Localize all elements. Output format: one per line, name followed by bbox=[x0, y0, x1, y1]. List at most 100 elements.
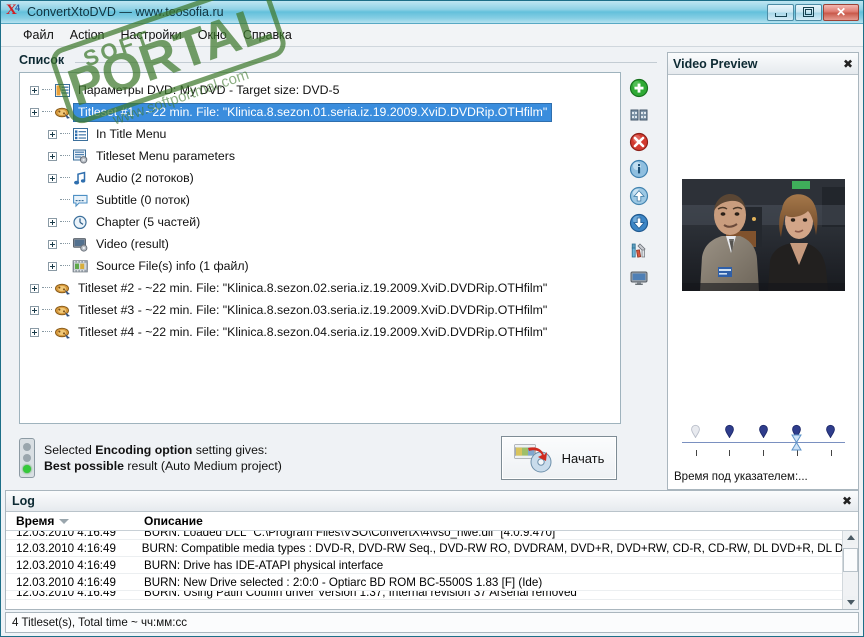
tree-item-label: Titleset #3 - ~22 min. File: "Klinica.8.… bbox=[78, 303, 548, 317]
expand-icon[interactable] bbox=[30, 107, 39, 117]
chapter-marker-pin[interactable] bbox=[691, 424, 700, 439]
expand-icon[interactable] bbox=[48, 261, 57, 271]
window-controls: ✕ bbox=[767, 3, 859, 21]
close-button[interactable]: ✕ bbox=[823, 3, 859, 21]
move-up-button[interactable] bbox=[629, 186, 649, 206]
menu-item-help[interactable]: Справка bbox=[235, 26, 300, 44]
tree-item-label: Video (result) bbox=[96, 237, 169, 251]
group-divider bbox=[75, 62, 657, 63]
expand-icon[interactable] bbox=[48, 217, 57, 227]
log-row-time: 12.03.2010 4:16:49 bbox=[16, 541, 116, 555]
tree-connector bbox=[42, 287, 52, 289]
log-close-icon[interactable]: ✖ bbox=[842, 494, 852, 508]
tree-item[interactable]: Параметры DVD: My DVD - Target size: DVD… bbox=[20, 79, 620, 101]
tree-item[interactable]: Titleset #2 - ~22 min. File: "Klinica.8.… bbox=[20, 277, 620, 299]
preview-button[interactable] bbox=[629, 267, 649, 287]
move-down-button[interactable] bbox=[629, 213, 649, 233]
tree-item[interactable]: Audio (2 потоков) bbox=[20, 167, 620, 189]
tree-connector bbox=[60, 155, 70, 157]
log-row[interactable]: 12.03.2010 4:16:49 BURN: Compatible media… bbox=[6, 540, 858, 557]
minimize-button[interactable] bbox=[767, 3, 794, 21]
tree-item[interactable]: Titleset #1 - ~22 min. File: "Klinica.8.… bbox=[20, 101, 620, 123]
scroll-thumb[interactable] bbox=[843, 548, 858, 572]
tree-item[interactable]: Subtitle (0 поток) bbox=[20, 189, 620, 211]
scroll-up-button[interactable] bbox=[844, 531, 857, 544]
log-row[interactable]: 12.03.2010 4:16:49 BURN: Using Patin Couf… bbox=[6, 591, 858, 600]
menu-item-window[interactable]: Окно bbox=[190, 26, 235, 44]
log-column-headers: Время Описание bbox=[6, 512, 858, 531]
expand-icon[interactable] bbox=[48, 151, 57, 161]
window-title: ConvertXtoDVD — www.teosofia.ru bbox=[27, 5, 224, 19]
maximize-icon bbox=[803, 7, 814, 17]
expand-icon[interactable] bbox=[30, 327, 39, 337]
tree-item-label: In Title Menu bbox=[96, 127, 167, 141]
expand-icon[interactable] bbox=[48, 173, 57, 183]
log-row[interactable]: 12.03.2010 4:16:49 BURN: New Drive select… bbox=[6, 574, 858, 591]
log-rows[interactable]: 12.03.2010 4:16:49 BURN: Loaded DLL "C:\P… bbox=[6, 531, 858, 609]
log-row-description: BURN: New Drive selected : 2:0:0 - Optia… bbox=[144, 575, 543, 589]
chapter-timeline[interactable] bbox=[681, 420, 845, 466]
expand-icon[interactable] bbox=[30, 283, 39, 293]
tree-item[interactable]: In Title Menu bbox=[20, 123, 620, 145]
log-scrollbar[interactable] bbox=[842, 531, 858, 609]
tree-item[interactable]: Titleset #4 - ~22 min. File: "Klinica.8.… bbox=[20, 321, 620, 343]
source-file-icon bbox=[72, 259, 89, 274]
quality-traffic-light-icon bbox=[19, 438, 35, 478]
app-logo-icon: X 4 bbox=[5, 2, 23, 21]
tree-connector bbox=[60, 243, 70, 245]
add-title-button[interactable] bbox=[629, 78, 649, 98]
expand-icon[interactable] bbox=[48, 129, 57, 139]
encoding-line1-prefix: Selected bbox=[44, 443, 96, 457]
log-column-description[interactable]: Описание bbox=[136, 514, 858, 528]
timeline-tick bbox=[830, 450, 832, 456]
tree-item[interactable]: Source File(s) info (1 файл) bbox=[20, 255, 620, 277]
remove-title-button[interactable] bbox=[629, 132, 649, 152]
log-row-time: 12.03.2010 4:16:49 bbox=[16, 531, 116, 539]
chapter-marker-pin[interactable] bbox=[758, 424, 768, 439]
video-preview-close-icon[interactable]: ✖ bbox=[843, 57, 853, 71]
sort-descending-icon bbox=[59, 518, 70, 524]
chapter-marker-pin[interactable] bbox=[826, 424, 835, 439]
light-green bbox=[23, 465, 31, 474]
log-row[interactable]: 12.03.2010 4:16:49 BURN: Drive has IDE-AT… bbox=[6, 557, 858, 574]
log-row[interactable]: 12.03.2010 4:16:49 BURN: Loaded DLL "C:\P… bbox=[6, 531, 858, 540]
split-video-button[interactable] bbox=[629, 105, 649, 125]
log-row-time: 12.03.2010 4:16:49 bbox=[16, 558, 116, 572]
menu-item-file[interactable]: Файл bbox=[15, 26, 62, 44]
subtitle-icon bbox=[72, 193, 89, 208]
expand-icon[interactable] bbox=[48, 239, 57, 249]
log-column-time[interactable]: Время bbox=[6, 514, 136, 528]
tree-item-label: Titleset #4 - ~22 min. File: "Klinica.8.… bbox=[78, 325, 548, 339]
menu-item-settings[interactable]: Настройки bbox=[112, 26, 189, 44]
list-group: Список Параметры DVD: My DVD - Target si… bbox=[19, 53, 657, 424]
arrow-up-icon bbox=[846, 535, 855, 540]
tree-item[interactable]: Titleset Menu parameters bbox=[20, 145, 620, 167]
menu-item-action[interactable]: Action bbox=[62, 26, 113, 44]
tree-item-label: Параметры DVD: My DVD - Target size: DVD… bbox=[78, 83, 340, 97]
tools-button[interactable] bbox=[629, 240, 649, 260]
chapter-marker-pin[interactable] bbox=[724, 424, 734, 439]
start-button[interactable]: Начать bbox=[501, 436, 617, 480]
tree-item-label: Titleset #1 - ~22 min. File: "Klinica.8.… bbox=[72, 102, 553, 122]
tree-connector bbox=[60, 199, 70, 201]
tree-item[interactable]: Chapter (5 частей) bbox=[20, 211, 620, 233]
start-icon bbox=[514, 444, 552, 473]
properties-button[interactable] bbox=[629, 159, 649, 179]
tree-and-toolbar: Параметры DVD: My DVD - Target size: DVD… bbox=[19, 72, 657, 424]
encoding-option-label: Encoding option bbox=[95, 443, 193, 457]
tree-connector bbox=[42, 89, 52, 91]
timeline-tick bbox=[763, 450, 764, 456]
tree-item[interactable]: Video (result) bbox=[20, 233, 620, 255]
scroll-down-button[interactable] bbox=[844, 596, 857, 609]
maximize-button[interactable] bbox=[795, 3, 822, 21]
encoding-summary-text: Selected Encoding option setting gives: … bbox=[44, 442, 282, 474]
video-preview-frame[interactable] bbox=[681, 179, 845, 291]
playhead-handle[interactable] bbox=[791, 434, 803, 451]
expand-icon[interactable] bbox=[30, 305, 39, 315]
titleset-tree[interactable]: Параметры DVD: My DVD - Target size: DVD… bbox=[19, 72, 621, 424]
tree-item[interactable]: Titleset #3 - ~22 min. File: "Klinica.8.… bbox=[20, 299, 620, 321]
light-yellow bbox=[23, 453, 31, 462]
app-logo-version: 4 bbox=[15, 3, 21, 13]
expand-icon[interactable] bbox=[30, 85, 39, 95]
title-bar: X 4 ConvertXtoDVD — www.teosofia.ru ✕ bbox=[1, 1, 863, 24]
